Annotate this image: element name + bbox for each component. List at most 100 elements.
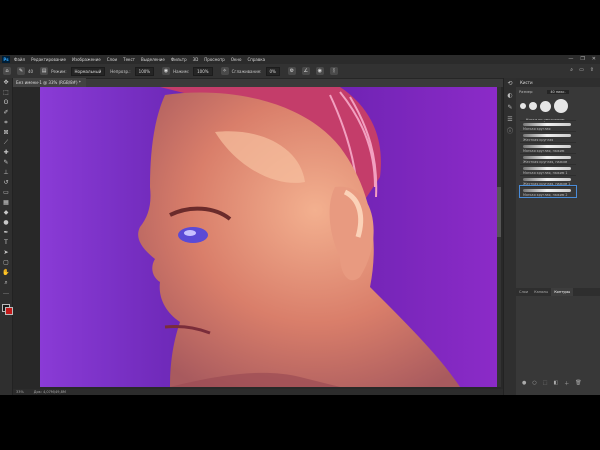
frame-icon[interactable]: ⊠ [0,128,12,138]
brush-tip-small[interactable] [520,103,526,109]
menu-text[interactable]: Текст [123,57,135,62]
share-icon[interactable]: ⇪ [590,67,594,73]
smoothing-field[interactable]: 0% [265,66,280,76]
menu-bar: Ps Файл Редактирование Изображение Слои … [0,55,600,64]
search-icon[interactable]: ⌕ [570,67,573,73]
more-icon[interactable]: … [0,288,12,298]
mask-icon[interactable]: ◧ [553,380,558,390]
menu-file[interactable]: Файл [14,57,25,62]
menu-image[interactable]: Изображение [72,57,101,62]
eyedropper-icon[interactable]: ⟋ [0,138,12,148]
pen-icon[interactable]: ✒ [0,228,12,238]
maximize-icon[interactable]: ❐ [580,56,584,62]
brush-item[interactable]: Жесткая круглая, нажим [520,153,576,164]
brush-tool-icon[interactable]: ✎ [17,67,25,75]
fill-path-icon[interactable]: ● [522,380,526,390]
settings-gear-icon[interactable]: ⚙ [287,67,296,75]
menu-window[interactable]: Окно [231,57,242,62]
vertical-scrollbar[interactable] [497,87,501,387]
hand-icon[interactable]: ✋ [0,268,12,278]
brush-settings-icon[interactable]: ✎ [504,102,516,114]
menu-3d[interactable]: 3D [193,57,199,62]
stroke-path-icon[interactable]: ○ [532,380,536,390]
lasso-icon[interactable]: ʘ [0,98,12,108]
photoshop-window: Ps Файл Редактирование Изображение Слои … [0,55,600,395]
healing-icon[interactable]: ✚ [0,148,12,158]
eye-highlight [184,230,196,236]
brush-size-label: Размер: [519,89,534,94]
brush-icon[interactable]: ✎ [0,158,12,168]
letterbox-top [0,0,600,55]
menu-edit[interactable]: Редактирование [31,57,66,62]
symmetry-icon[interactable]: ᛝ [329,67,338,75]
flow-field[interactable]: 100% [193,66,213,76]
blur-icon[interactable]: ◆ [0,208,12,218]
recent-brush-tips [516,96,600,116]
marquee-icon[interactable]: ⬚ [0,88,12,98]
eraser-icon[interactable]: ▭ [0,188,12,198]
menu-filter[interactable]: Фильтр [171,57,187,62]
delete-icon[interactable]: 🗑 [575,380,581,390]
brush-item[interactable]: Жесткая круглая, нажим 1 [520,175,576,186]
menu-select[interactable]: Выделение [141,57,165,62]
quick-select-icon[interactable]: ✐ [0,108,12,118]
mode-label: Режим: [51,68,67,74]
brush-list: Мягкая круглая Жесткая круглая Мягкая кр… [519,120,577,198]
brush-size-value[interactable]: 40 [28,69,33,74]
brush-item[interactable]: Жесткая круглая [520,131,576,142]
tab-layers[interactable]: Слои [516,288,531,296]
crop-icon[interactable]: ⌗ [0,118,12,128]
dodge-icon[interactable]: ● [0,218,12,228]
panel-footer: ● ○ ⬚ ◧ ＋ 🗑 [516,380,600,390]
new-path-icon[interactable]: ＋ [564,380,569,390]
brushes-panel-title[interactable]: Кисти [516,78,600,87]
background-color-swatch[interactable] [5,307,13,315]
brush-item[interactable]: Мягкая круглая [520,120,576,131]
document-tab[interactable]: Без имени-1 @ 33% (RGB/8#) * [13,78,86,87]
brush-size-field[interactable]: 40 пикс. [547,89,569,94]
shape-icon[interactable]: ▢ [0,258,12,268]
selection-icon[interactable]: ⬚ [543,380,548,390]
path-select-icon[interactable]: ➤ [0,248,12,258]
menu-layers[interactable]: Слои [107,57,117,62]
workspace-icon[interactable]: ▭ [579,67,584,73]
history-icon[interactable]: ⟲ [504,78,516,90]
angle-icon[interactable]: ∠ [301,67,310,75]
brush-item[interactable]: Мягкая круглая, нажим [520,142,576,153]
brush-item[interactable]: Мягкая круглая, нажим 1 [520,164,576,175]
minimize-icon[interactable]: — [568,56,573,62]
color-icon[interactable]: ◐ [504,90,516,102]
mode-select[interactable]: Нормальный [70,66,106,76]
adjust-icon[interactable]: ☰ [504,114,516,126]
menu-view[interactable]: Просмотр [204,57,225,62]
canvas-artwork[interactable] [40,87,500,387]
stamp-icon[interactable]: ⊥ [0,168,12,178]
move-icon[interactable]: ✥ [0,78,12,88]
canvas-area [13,87,503,392]
brush-item-selected[interactable]: Мягкая круглая, нажим 2 [519,185,577,198]
history-brush-icon[interactable]: ↺ [0,178,12,188]
pressure-opacity-icon[interactable]: ◉ [162,67,171,75]
airbrush-icon[interactable]: ✧ [220,67,229,75]
options-bar: ⌂ ✎ 40 ▤ Режим: Нормальный Непрозр.: 100… [0,64,600,79]
photoshop-logo: Ps [2,56,10,63]
brush-tip-medium[interactable] [529,102,537,110]
scrollbar-thumb[interactable] [497,187,501,237]
opacity-field[interactable]: 100% [134,66,155,76]
close-icon[interactable]: ✕ [592,56,596,62]
zoom-icon[interactable]: ⌕ [0,278,12,288]
home-icon[interactable]: ⌂ [3,67,11,75]
letterbox-bottom [0,395,600,450]
tab-channels[interactable]: Каналы [531,288,551,296]
brush-panel-toggle-icon[interactable]: ▤ [40,67,49,75]
pressure-size-icon[interactable]: ◉ [315,67,324,75]
brush-tip-large[interactable] [540,100,551,112]
tab-paths[interactable]: Контуры [551,288,574,296]
brushes-panel: Кисти Размер: 40 пикс. Кисти по умолчани… [516,78,600,395]
brush-tip-xlarge[interactable] [554,99,568,113]
type-icon[interactable]: T [0,238,12,248]
menu-help[interactable]: Справка [247,57,265,62]
info-icon[interactable]: ⓘ [504,126,516,138]
brush-size-row: Размер: 40 пикс. [516,87,600,96]
gradient-icon[interactable]: ▦ [0,198,12,208]
